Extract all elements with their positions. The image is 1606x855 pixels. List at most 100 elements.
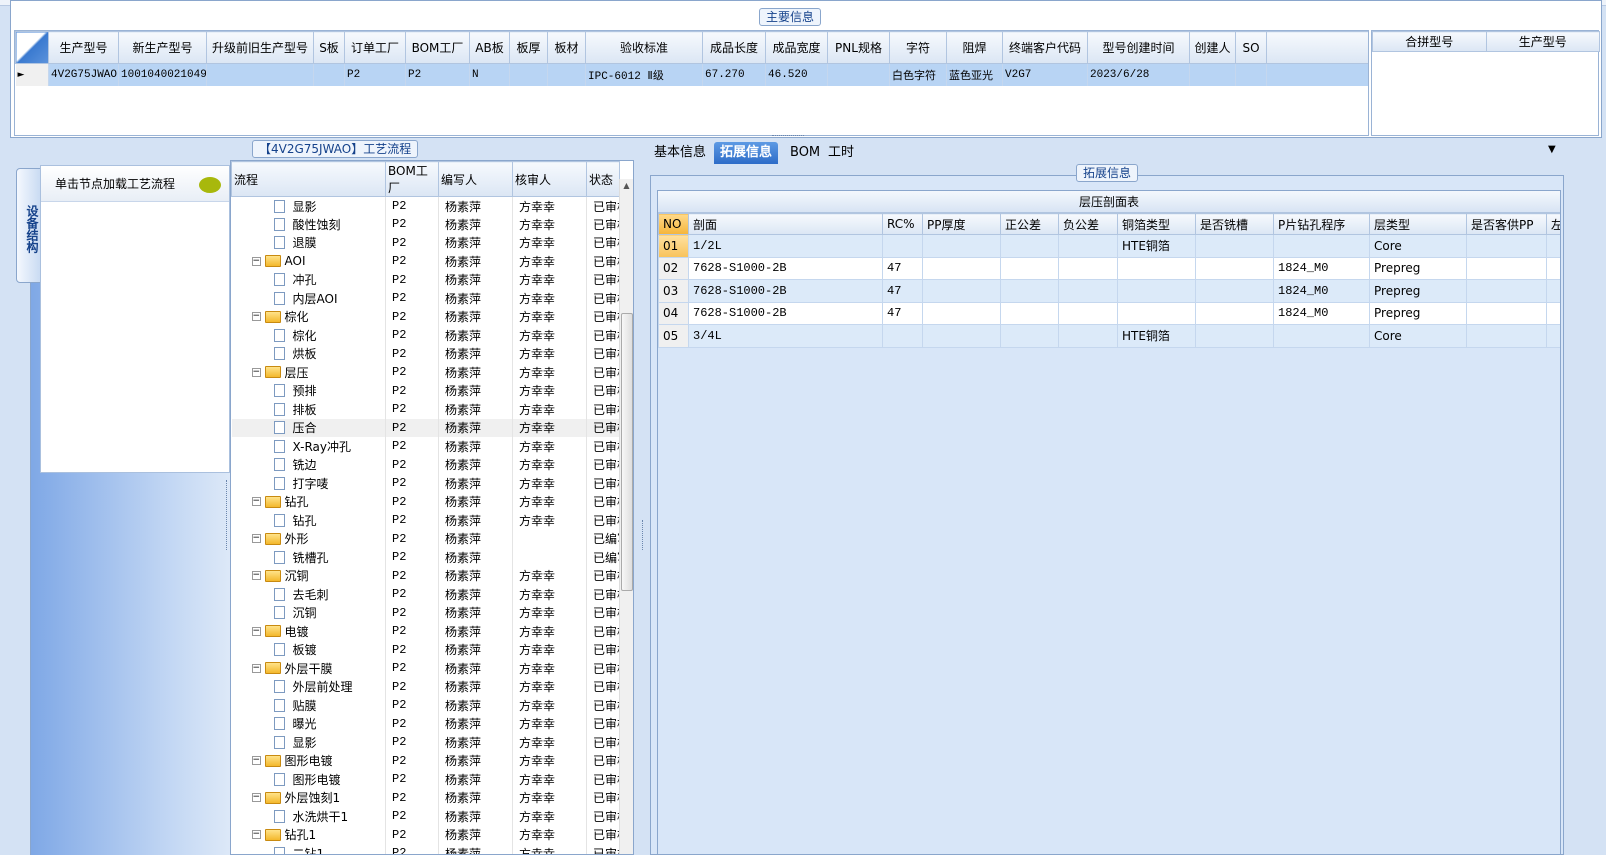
tree-node[interactable]: X-Ray冲孔 <box>231 437 386 456</box>
tree-node[interactable]: − 棕化 <box>231 307 386 326</box>
column-header[interactable]: 编写人 <box>438 161 513 197</box>
column-header[interactable]: S板 <box>313 31 345 64</box>
table-cell[interactable] <box>1117 279 1196 303</box>
left-splitter[interactable] <box>226 480 230 550</box>
tree-row[interactable]: − AOI P2杨素萍方幸幸已审核 <box>231 252 620 271</box>
table-cell[interactable] <box>1546 256 1560 280</box>
table-cell[interactable]: 1824_M0 <box>1273 279 1370 303</box>
table-cell[interactable] <box>509 63 548 86</box>
tree-node[interactable]: 预排 <box>231 381 386 400</box>
table-cell[interactable] <box>1000 256 1059 280</box>
table-cell[interactable]: V2G7 <box>1002 63 1088 86</box>
column-header[interactable]: 合拼型号 <box>1372 31 1487 52</box>
table-cell[interactable] <box>1466 279 1547 303</box>
tree-node[interactable]: 沉铜 <box>231 603 386 622</box>
tree-row[interactable]: 内层AOI P2杨素萍方幸幸已审核 <box>231 289 620 308</box>
table-cell[interactable] <box>1189 63 1236 86</box>
tree-row[interactable]: − 沉铜 P2杨素萍方幸幸已审核 <box>231 566 620 585</box>
tree-row[interactable]: 酸性蚀刻 P2杨素萍方幸幸已审核 <box>231 215 620 234</box>
table-cell[interactable] <box>1195 324 1274 348</box>
tree-node[interactable]: − 电镀 <box>231 622 386 641</box>
tab-3[interactable]: 工时 <box>822 142 860 164</box>
tree-node[interactable]: − 钻孔 <box>231 492 386 511</box>
tree-node[interactable]: 钻孔 <box>231 511 386 530</box>
table-cell[interactable] <box>827 63 890 86</box>
table-cell[interactable] <box>313 63 345 86</box>
table-cell[interactable] <box>1117 301 1196 325</box>
table-cell[interactable] <box>1195 279 1274 303</box>
table-cell[interactable]: 10010400210496 <box>118 63 207 86</box>
column-header[interactable]: RC% <box>882 213 923 235</box>
table-cell[interactable] <box>1117 256 1196 280</box>
column-header[interactable]: 左 <box>1546 213 1560 235</box>
table-row[interactable]: 02 7628-S1000-2B 47 1824_M0 Prepreg <box>658 256 1560 280</box>
column-header[interactable]: 订单工厂 <box>344 31 406 64</box>
table-cell[interactable]: 05 <box>658 324 689 348</box>
table-cell[interactable] <box>1058 324 1118 348</box>
table-cell[interactable] <box>1466 256 1547 280</box>
tree-row[interactable]: − 钻孔1 P2杨素萍方幸幸已审核 <box>231 825 620 844</box>
scroll-thumb[interactable] <box>621 313 633 591</box>
table-cell[interactable]: HTE铜箔 <box>1117 324 1196 348</box>
hint-header[interactable]: 单击节点加载工艺流程 <box>41 166 229 202</box>
table-cell[interactable]: Prepreg <box>1369 279 1467 303</box>
table-cell[interactable] <box>922 234 1001 258</box>
column-header[interactable]: 是否客供PP <box>1466 213 1547 235</box>
tree-row[interactable]: 去毛刺 P2杨素萍方幸幸已审核 <box>231 585 620 604</box>
tree-row[interactable]: 铣槽孔 P2杨素萍 已编写 <box>231 548 620 567</box>
table-cell[interactable]: Prepreg <box>1369 301 1467 325</box>
table-row[interactable]: 05 3/4L HTE铜箔 Core <box>658 324 1560 348</box>
tree-row[interactable]: 沉铜 P2杨素萍方幸幸已审核 <box>231 603 620 622</box>
column-header[interactable]: NO <box>658 213 689 235</box>
column-header[interactable]: 核审人 <box>512 161 587 197</box>
tree-node[interactable]: 板镀 <box>231 640 386 659</box>
table-cell[interactable]: HTE铜箔 <box>1117 234 1196 258</box>
column-header[interactable]: 新生产型号 <box>118 31 207 64</box>
table-cell[interactable] <box>1000 279 1059 303</box>
table-cell[interactable] <box>922 256 1001 280</box>
tree-row[interactable]: 二钻1 P2杨素萍方幸幸已审核 <box>231 844 620 854</box>
column-header[interactable]: BOM工厂 <box>405 31 470 64</box>
column-header[interactable]: 负公差 <box>1058 213 1118 235</box>
table-cell[interactable]: 1824_M0 <box>1273 301 1370 325</box>
collapse-toggle-icon[interactable]: − <box>251 571 261 581</box>
table-cell[interactable]: 03 <box>658 279 689 303</box>
tree-node[interactable]: 二钻1 <box>231 844 386 854</box>
tree-node[interactable]: 退膜 <box>231 233 386 252</box>
table-cell[interactable]: 4V2G75JWAO <box>48 63 119 86</box>
flow-scrollbar[interactable]: ▲ <box>619 179 633 854</box>
tree-row[interactable]: 显影 P2杨素萍方幸幸已审核 <box>231 196 620 215</box>
column-header[interactable]: 层类型 <box>1369 213 1467 235</box>
tree-node[interactable]: 铣槽孔 <box>231 548 386 567</box>
tree-node[interactable]: 内层AOI <box>231 289 386 308</box>
table-cell[interactable]: 02 <box>658 256 689 280</box>
tree-node[interactable]: − 外层干膜 <box>231 659 386 678</box>
tree-row[interactable]: − 外形 P2杨素萍 已编写 <box>231 529 620 548</box>
tab-device-structure[interactable]: 设备结构 <box>16 168 42 283</box>
column-header[interactable]: 字符 <box>889 31 947 64</box>
collapse-toggle-icon[interactable]: − <box>251 367 261 377</box>
tree-node[interactable]: 棕化 <box>231 326 386 345</box>
tree-row[interactable]: 图形电镀 P2杨素萍方幸幸已审核 <box>231 770 620 789</box>
process-flow-tree[interactable]: 流程BOM工厂编写人核审人状态 显影P2杨素萍方幸幸已审核酸性蚀刻P2杨素萍方幸… <box>230 160 634 855</box>
collapse-toggle-icon[interactable]: − <box>251 497 261 507</box>
table-cell[interactable]: Core <box>1369 234 1467 258</box>
column-header[interactable]: 终端客户代码 <box>1002 31 1088 64</box>
tab-1[interactable]: 拓展信息 <box>714 142 779 164</box>
tree-row[interactable]: 棕化 P2杨素萍方幸幸已审核 <box>231 326 620 345</box>
table-cell[interactable] <box>1000 301 1059 325</box>
table-cell[interactable] <box>1058 234 1118 258</box>
table-cell[interactable]: 46.520 <box>765 63 828 86</box>
tree-row[interactable]: − 电镀 P2杨素萍方幸幸已审核 <box>231 622 620 641</box>
collapse-toggle-icon[interactable]: − <box>251 830 261 840</box>
tree-row[interactable]: X-Ray冲孔 P2杨素萍方幸幸已审核 <box>231 437 620 456</box>
tree-row[interactable]: 预排 P2杨素萍方幸幸已审核 <box>231 381 620 400</box>
table-cell[interactable] <box>1058 279 1118 303</box>
column-header[interactable]: 成品宽度 <box>765 31 828 64</box>
table-cell[interactable]: P2 <box>405 63 470 86</box>
tab-0[interactable]: 基本信息 <box>648 142 712 164</box>
tree-node[interactable]: − 沉铜 <box>231 566 386 585</box>
table-cell[interactable]: 47 <box>882 301 923 325</box>
main-info-grid[interactable]: 生产型号 新生产型号 升级前旧生产型号 S板 订单工厂 BOM工厂 AB板 板厚 板材 验收标准成… <box>14 30 1369 136</box>
table-cell[interactable] <box>1058 256 1118 280</box>
